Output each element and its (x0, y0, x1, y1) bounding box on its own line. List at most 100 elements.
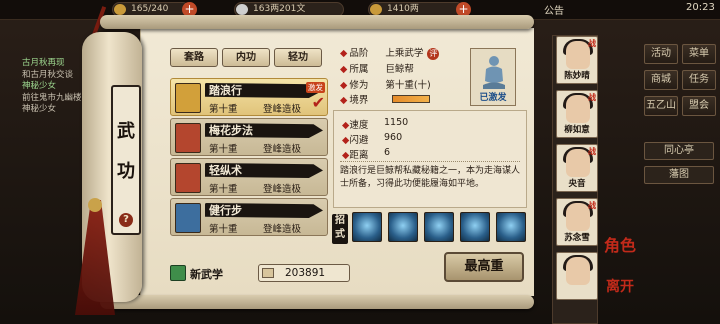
map-button[interactable]: 藩图 (644, 166, 714, 184)
skill-item[interactable]: 健行步 第十重 登峰造极 (170, 198, 328, 236)
battle-tag: 战 (588, 147, 596, 156)
realm-progress-fill (393, 96, 429, 102)
skill-rank: 登峰造极 (263, 224, 302, 235)
skill-rank: 登峰造极 (263, 184, 302, 195)
skill-points-display: 203891 (258, 264, 350, 282)
move-icon[interactable] (388, 212, 418, 242)
menu-button[interactable]: 菜单 (682, 44, 716, 64)
move-icon[interactable] (424, 212, 454, 242)
skill-level: 第十重 (209, 104, 238, 115)
panel-title: 武 功 ? (111, 85, 141, 235)
stat-value: 960 (384, 132, 403, 143)
scroll-points-icon (262, 268, 274, 278)
stat-value: 1150 (384, 117, 409, 128)
skill-item[interactable]: 梅花步法 第十重 登峰造极 (170, 118, 328, 156)
skill-level: 第十重 (209, 224, 238, 235)
new-skill-icon (170, 265, 186, 281)
skill-points-value: 203891 (285, 267, 326, 279)
detail-value: 巨鲸帮 (385, 64, 414, 75)
help-button[interactable]: ? (119, 213, 133, 227)
panel-title-char: 武 (117, 121, 135, 142)
character-slot[interactable]: 战 苏念雪 (556, 198, 598, 246)
skill-stats-box: ◆速度 1150 ◆闪避 960 ◆距离 6 踏浪行是巨鲸帮私藏秘籍之一，本为走海谋人… (333, 110, 527, 208)
skill-description: 踏浪行是巨鲸帮私藏秘籍之一，本为走海谋人士所备，习得此功便能履海如平地。 (340, 166, 521, 189)
tassel-knot (88, 198, 102, 212)
stat-row: ◆速度 1150 (342, 117, 409, 131)
move-icon[interactable] (496, 212, 526, 242)
character-face (566, 95, 590, 123)
character-name: 央音 (568, 179, 586, 189)
activity-button[interactable]: 活动 (644, 44, 678, 64)
location-button[interactable]: 五乙山 (644, 96, 678, 116)
realm-progress-bar (392, 95, 430, 103)
stamina-value: 165/240 (131, 4, 169, 14)
skill-rank: 登峰造极 (263, 144, 302, 155)
skill-name: 健行步 (209, 204, 242, 217)
stat-row: ◆距离 6 (342, 147, 391, 161)
detail-cultivation: ◆ 修为 第十重(十) (340, 80, 431, 91)
skill-rank: 登峰造极 (263, 104, 302, 115)
grade-badge: 评 (427, 48, 440, 60)
character-name: 柳如意 (564, 125, 590, 135)
detail-value: 上乘武学 (385, 48, 424, 59)
detail-sect: ◆ 所属 巨鲸帮 (340, 64, 414, 75)
character-name: 陈妙晴 (564, 71, 590, 81)
skill-item[interactable]: 轻纵术 第十重 登峰造极 (170, 158, 328, 196)
character-slot[interactable]: 战 柳如意 (556, 90, 598, 138)
tongxin-button[interactable]: 同心亭 (644, 142, 714, 160)
moves-label: 招式 (332, 214, 348, 244)
character-face (566, 203, 590, 231)
skill-item[interactable]: 踏浪行 第十重 登峰造极 激发 ✔ (170, 78, 328, 116)
meditating-figure-icon (483, 56, 505, 89)
gold-icon (370, 4, 382, 15)
battle-tag: 战 (588, 39, 596, 48)
leave-button[interactable]: 离开 (606, 276, 634, 296)
detail-grade: ◆ 品阶 上乘武学评 (340, 48, 440, 60)
skill-book-icon (175, 83, 201, 113)
character-face (566, 149, 590, 177)
shop-button[interactable]: 商城 (644, 70, 678, 90)
skill-book-icon (175, 203, 201, 233)
activated-badge: 激发 (306, 82, 325, 93)
skill-portrait: 已激发 (470, 48, 516, 106)
stat-row: ◆闪避 960 (342, 132, 403, 146)
max-level-button[interactable]: 最高重 (444, 252, 524, 282)
role-button[interactable]: 角色 (604, 232, 636, 256)
move-icon[interactable] (352, 212, 382, 242)
silver-value: 163两201文 (253, 4, 306, 14)
detail-value: 第十重(十) (385, 80, 431, 91)
skill-name: 踏浪行 (209, 84, 242, 97)
tab-neigong[interactable]: 内功 (222, 48, 270, 67)
quest-button[interactable]: 任务 (682, 70, 716, 90)
skill-name: 梅花步法 (209, 124, 253, 137)
scroll-bottom-rod (100, 295, 534, 309)
character-slot[interactable] (556, 252, 598, 300)
check-icon: ✔ (311, 93, 325, 112)
skill-book-icon (175, 123, 201, 153)
character-slot[interactable]: 战 陈妙晴 (556, 36, 598, 84)
character-face (566, 41, 590, 69)
battle-tag: 战 (588, 93, 596, 102)
detail-label: 境界 (349, 95, 369, 106)
tab-taolu[interactable]: 套路 (170, 48, 218, 67)
alliance-button[interactable]: 盟会 (682, 96, 716, 116)
scroll-top-rod (100, 15, 534, 29)
portrait-caption: 已激发 (479, 93, 507, 103)
detail-label: 品阶 (349, 48, 369, 59)
game-screen: { "topbar": { "stamina": "165/240", "sil… (0, 0, 720, 324)
character-slot[interactable]: 战 央音 (556, 144, 598, 192)
battle-tag: 战 (588, 201, 596, 210)
gold-value: 1410两 (387, 4, 419, 14)
panel-title-char: 功 (117, 161, 135, 182)
stat-value: 6 (384, 147, 391, 158)
notice-button[interactable]: 公告 (544, 2, 564, 17)
new-skill-button[interactable]: 新武学 (168, 264, 254, 282)
stat-label: 距离 (349, 150, 369, 161)
new-skill-label: 新武学 (190, 268, 223, 281)
skill-book-icon (175, 163, 201, 193)
tab-qinggong[interactable]: 轻功 (274, 48, 322, 67)
move-icon[interactable] (460, 212, 490, 242)
detail-label: 所属 (349, 64, 369, 75)
clock: 20:23 (686, 2, 715, 13)
skill-level: 第十重 (209, 184, 238, 195)
